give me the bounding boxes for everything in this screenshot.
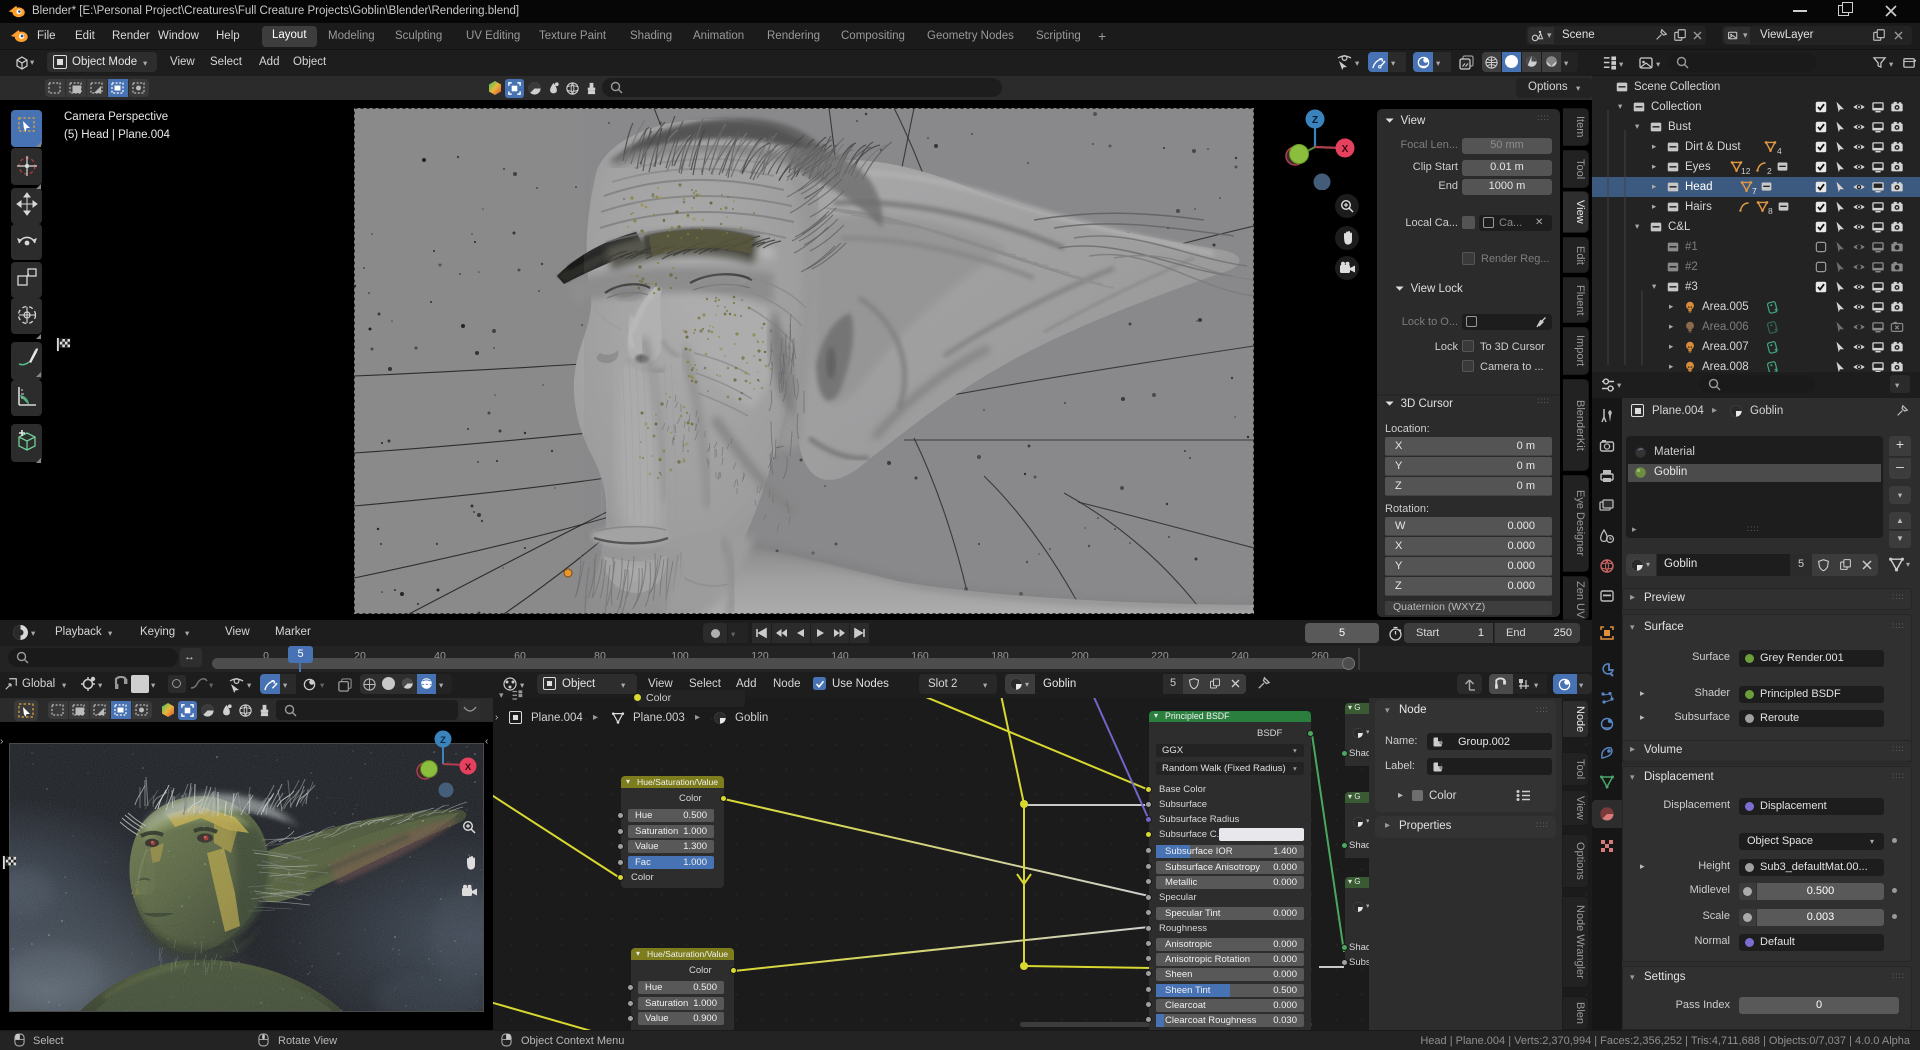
svg-text:X: X (465, 762, 472, 773)
svg-text:Z: Z (1312, 115, 1318, 126)
svg-text:Z: Z (440, 735, 446, 746)
svg-text:X: X (1342, 144, 1349, 155)
